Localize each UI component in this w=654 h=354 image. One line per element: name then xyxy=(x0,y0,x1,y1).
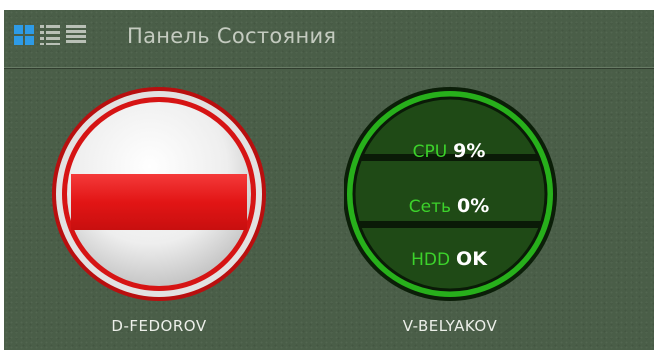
metric-row-cpu: CPU 9% xyxy=(344,140,554,162)
grid-view-icon xyxy=(14,25,34,45)
status-panel: Панель Состояния D-FEDOROV CPU 9% Сеть 0… xyxy=(4,10,654,350)
device-name: D-FEDOROV xyxy=(111,317,207,335)
metric-value: 9% xyxy=(453,140,486,162)
no-entry-icon xyxy=(52,87,266,301)
page-title: Панель Состояния xyxy=(127,24,337,48)
metric-value: OK xyxy=(456,248,487,270)
detail-view-button[interactable] xyxy=(66,24,87,46)
metric-value: 0% xyxy=(457,195,490,217)
metric-row-network: Сеть 0% xyxy=(344,195,554,217)
metric-label: HDD xyxy=(411,250,451,270)
list-view-icon xyxy=(40,25,60,45)
metric-label: Сеть xyxy=(408,197,451,217)
metric-label: CPU xyxy=(412,142,448,162)
list-view-button[interactable] xyxy=(40,24,61,46)
grid-view-button[interactable] xyxy=(14,24,35,46)
panel-header: Панель Состояния xyxy=(4,10,654,68)
device-tile-v-belyakov[interactable]: CPU 9% Сеть 0% HDD OK V-BELYAKOV xyxy=(344,82,574,342)
device-tile-d-fedorov[interactable]: D-FEDOROV xyxy=(49,82,279,342)
detail-view-icon xyxy=(66,25,86,43)
metric-row-hdd: HDD OK xyxy=(344,248,554,270)
device-name: V-BELYAKOV xyxy=(402,317,498,335)
